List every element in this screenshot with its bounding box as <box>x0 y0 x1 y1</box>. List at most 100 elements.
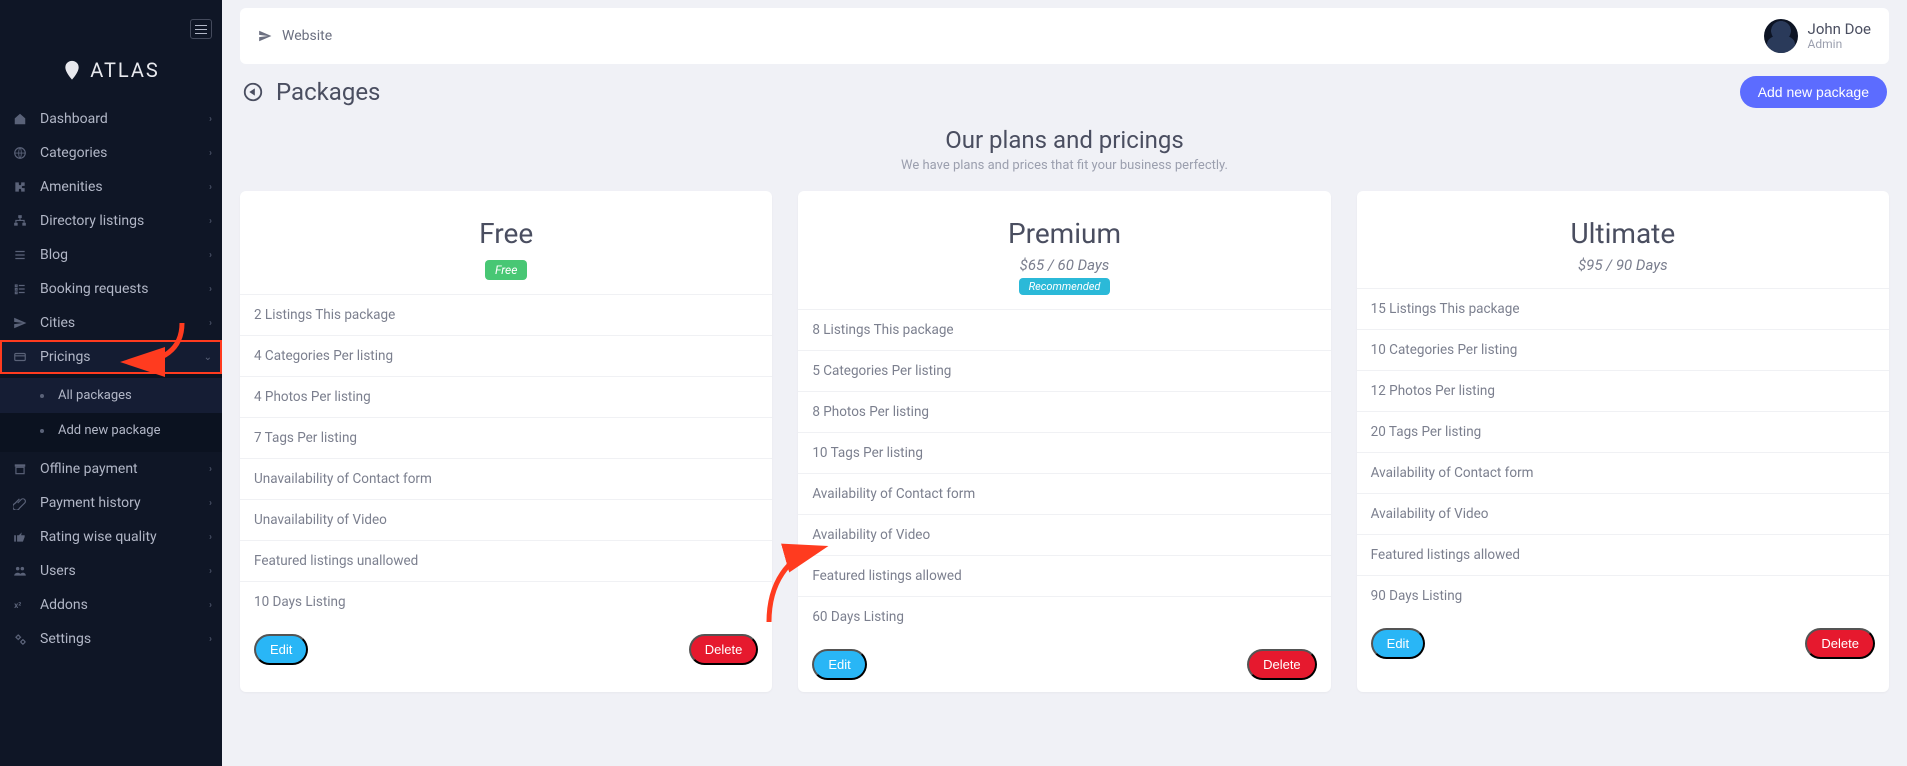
sidebar-item-label: Settings <box>40 631 91 647</box>
chevron-right-icon: › <box>209 148 212 159</box>
sidebar-item-label: Pricings <box>40 349 91 365</box>
circle-arrow-icon <box>242 81 264 103</box>
edit-button[interactable]: Edit <box>1371 628 1425 659</box>
sidebar-item-addons[interactable]: x² Addons › <box>0 588 222 622</box>
chevron-right-icon: › <box>209 566 212 577</box>
package-feature: 90 Days Listing <box>1357 575 1889 616</box>
packages-row: FreeFree2 Listings This package4 Categor… <box>240 191 1889 692</box>
package-price: $95 / 90 Days <box>1367 256 1879 274</box>
edit-button[interactable]: Edit <box>812 649 866 680</box>
tasks-icon <box>10 282 30 296</box>
sidebar-item-dashboard[interactable]: Dashboard› <box>0 102 222 136</box>
sidebar: ATLAS Dashboard›Categories› Amenities › Dir… <box>0 0 222 766</box>
package-badge: Recommended <box>1019 278 1111 295</box>
package-feature: Availability of Contact form <box>798 473 1330 514</box>
chevron-down-icon: ⌄ <box>204 352 212 363</box>
website-label: Website <box>282 28 332 44</box>
package-actions: Edit Delete <box>240 622 772 677</box>
thumb-icon <box>10 530 30 544</box>
plane-icon <box>10 316 30 330</box>
sidebar-item-pricings[interactable]: Pricings ⌄ <box>0 340 222 374</box>
sidebar-item-label: Users <box>40 563 76 579</box>
sidebar-toggle-button[interactable] <box>190 19 212 39</box>
sidebar-item-label: Cities <box>40 315 75 331</box>
package-price: $65 / 60 Days <box>808 256 1320 274</box>
package-feature: 8 Photos Per listing <box>798 391 1330 432</box>
x2-icon: x² <box>10 598 30 612</box>
globe-icon <box>10 146 30 160</box>
package-feature: 60 Days Listing <box>798 596 1330 637</box>
dot-icon <box>40 429 44 433</box>
delete-button[interactable]: Delete <box>1805 628 1875 659</box>
sidebar-item-rating-wise-quality[interactable]: Rating wise quality › <box>0 520 222 554</box>
package-feature: 12 Photos Per listing <box>1357 370 1889 411</box>
chevron-right-icon: › <box>209 318 212 329</box>
sidebar-item-label: Blog <box>40 247 68 263</box>
user-meta: John Doe Admin <box>1808 21 1871 51</box>
sidebar-item-offline-payment[interactable]: Offline payment › <box>0 452 222 486</box>
sidebar-item-users[interactable]: Users › <box>0 554 222 588</box>
sidebar-item-settings[interactable]: Settings › <box>0 622 222 656</box>
card-icon <box>10 350 30 364</box>
avatar <box>1764 19 1798 53</box>
users-icon <box>10 564 30 578</box>
user-role: Admin <box>1808 38 1871 51</box>
sidebar-item-label: Amenities <box>40 179 103 195</box>
sidebar-item-label: Addons <box>40 597 88 613</box>
sidebar-submenu-pricings: All packagesAdd new package <box>0 374 222 452</box>
plans-head: Our plans and pricings We have plans and… <box>240 126 1889 173</box>
sidebar-item-payment-history[interactable]: Payment history› <box>0 486 222 520</box>
user-menu[interactable]: John Doe Admin <box>1764 19 1871 53</box>
package-feature: Availability of Contact form <box>1357 452 1889 493</box>
chevron-right-icon: › <box>209 182 212 193</box>
sidebar-nav: Dashboard›Categories› Amenities › Directory… <box>0 102 222 656</box>
package-feature: 5 Categories Per listing <box>798 350 1330 391</box>
chevron-right-icon: › <box>209 532 212 543</box>
sidebar-item-categories[interactable]: Categories› <box>0 136 222 170</box>
delete-button[interactable]: Delete <box>689 634 759 665</box>
sidebar-item-cities[interactable]: Cities › <box>0 306 222 340</box>
sidebar-item-label: Directory listings <box>40 213 144 229</box>
package-card-free: FreeFree2 Listings This package4 Categor… <box>240 191 772 692</box>
archive-icon <box>10 462 30 476</box>
topbar: Website John Doe Admin <box>240 8 1889 64</box>
package-feature: Featured listings allowed <box>798 555 1330 596</box>
website-link[interactable]: Website <box>258 28 332 44</box>
sidebar-item-directory-listings[interactable]: Directory listings› <box>0 204 222 238</box>
chevron-right-icon: › <box>209 284 212 295</box>
package-feature: 4 Photos Per listing <box>240 376 772 417</box>
add-new-package-button[interactable]: Add new package <box>1740 76 1887 108</box>
cogs-icon <box>10 632 30 646</box>
sidebar-item-blog[interactable]: Blog› <box>0 238 222 272</box>
chevron-right-icon: › <box>209 600 212 611</box>
home-icon <box>10 112 30 126</box>
edit-button[interactable]: Edit <box>254 634 308 665</box>
package-name: Free <box>250 217 762 250</box>
sidebar-item-booking-requests[interactable]: Booking requests› <box>0 272 222 306</box>
brand[interactable]: ATLAS <box>0 58 222 82</box>
list-icon <box>10 248 30 262</box>
chevron-right-icon: › <box>209 114 212 125</box>
package-feature: 8 Listings This package <box>798 309 1330 350</box>
page-title: Packages <box>242 78 380 106</box>
package-feature: 10 Days Listing <box>240 581 772 622</box>
package-feature: 20 Tags Per listing <box>1357 411 1889 452</box>
sidebar-item-label: Rating wise quality <box>40 529 157 545</box>
sidebar-top <box>0 0 222 58</box>
paper-plane-icon <box>258 29 272 43</box>
page-head: Packages Add new package <box>242 76 1887 108</box>
package-badge: Free <box>485 260 527 280</box>
main-area: Website John Doe Admin Packages Add new … <box>222 0 1907 766</box>
user-name: John Doe <box>1808 21 1871 38</box>
package-name: Premium <box>808 217 1320 250</box>
sidebar-item-label: Offline payment <box>40 461 138 477</box>
package-feature: 7 Tags Per listing <box>240 417 772 458</box>
sidebar-subitem-all-packages[interactable]: All packages <box>0 378 222 413</box>
svg-text:x²: x² <box>14 600 21 610</box>
delete-button[interactable]: Delete <box>1247 649 1317 680</box>
sidebar-item-amenities[interactable]: Amenities › <box>0 170 222 204</box>
sidebar-subitem-add-new-package[interactable]: Add new package <box>0 413 222 448</box>
chevron-right-icon: › <box>209 464 212 475</box>
chevron-right-icon: › <box>209 634 212 645</box>
puzzle-icon <box>10 180 30 194</box>
